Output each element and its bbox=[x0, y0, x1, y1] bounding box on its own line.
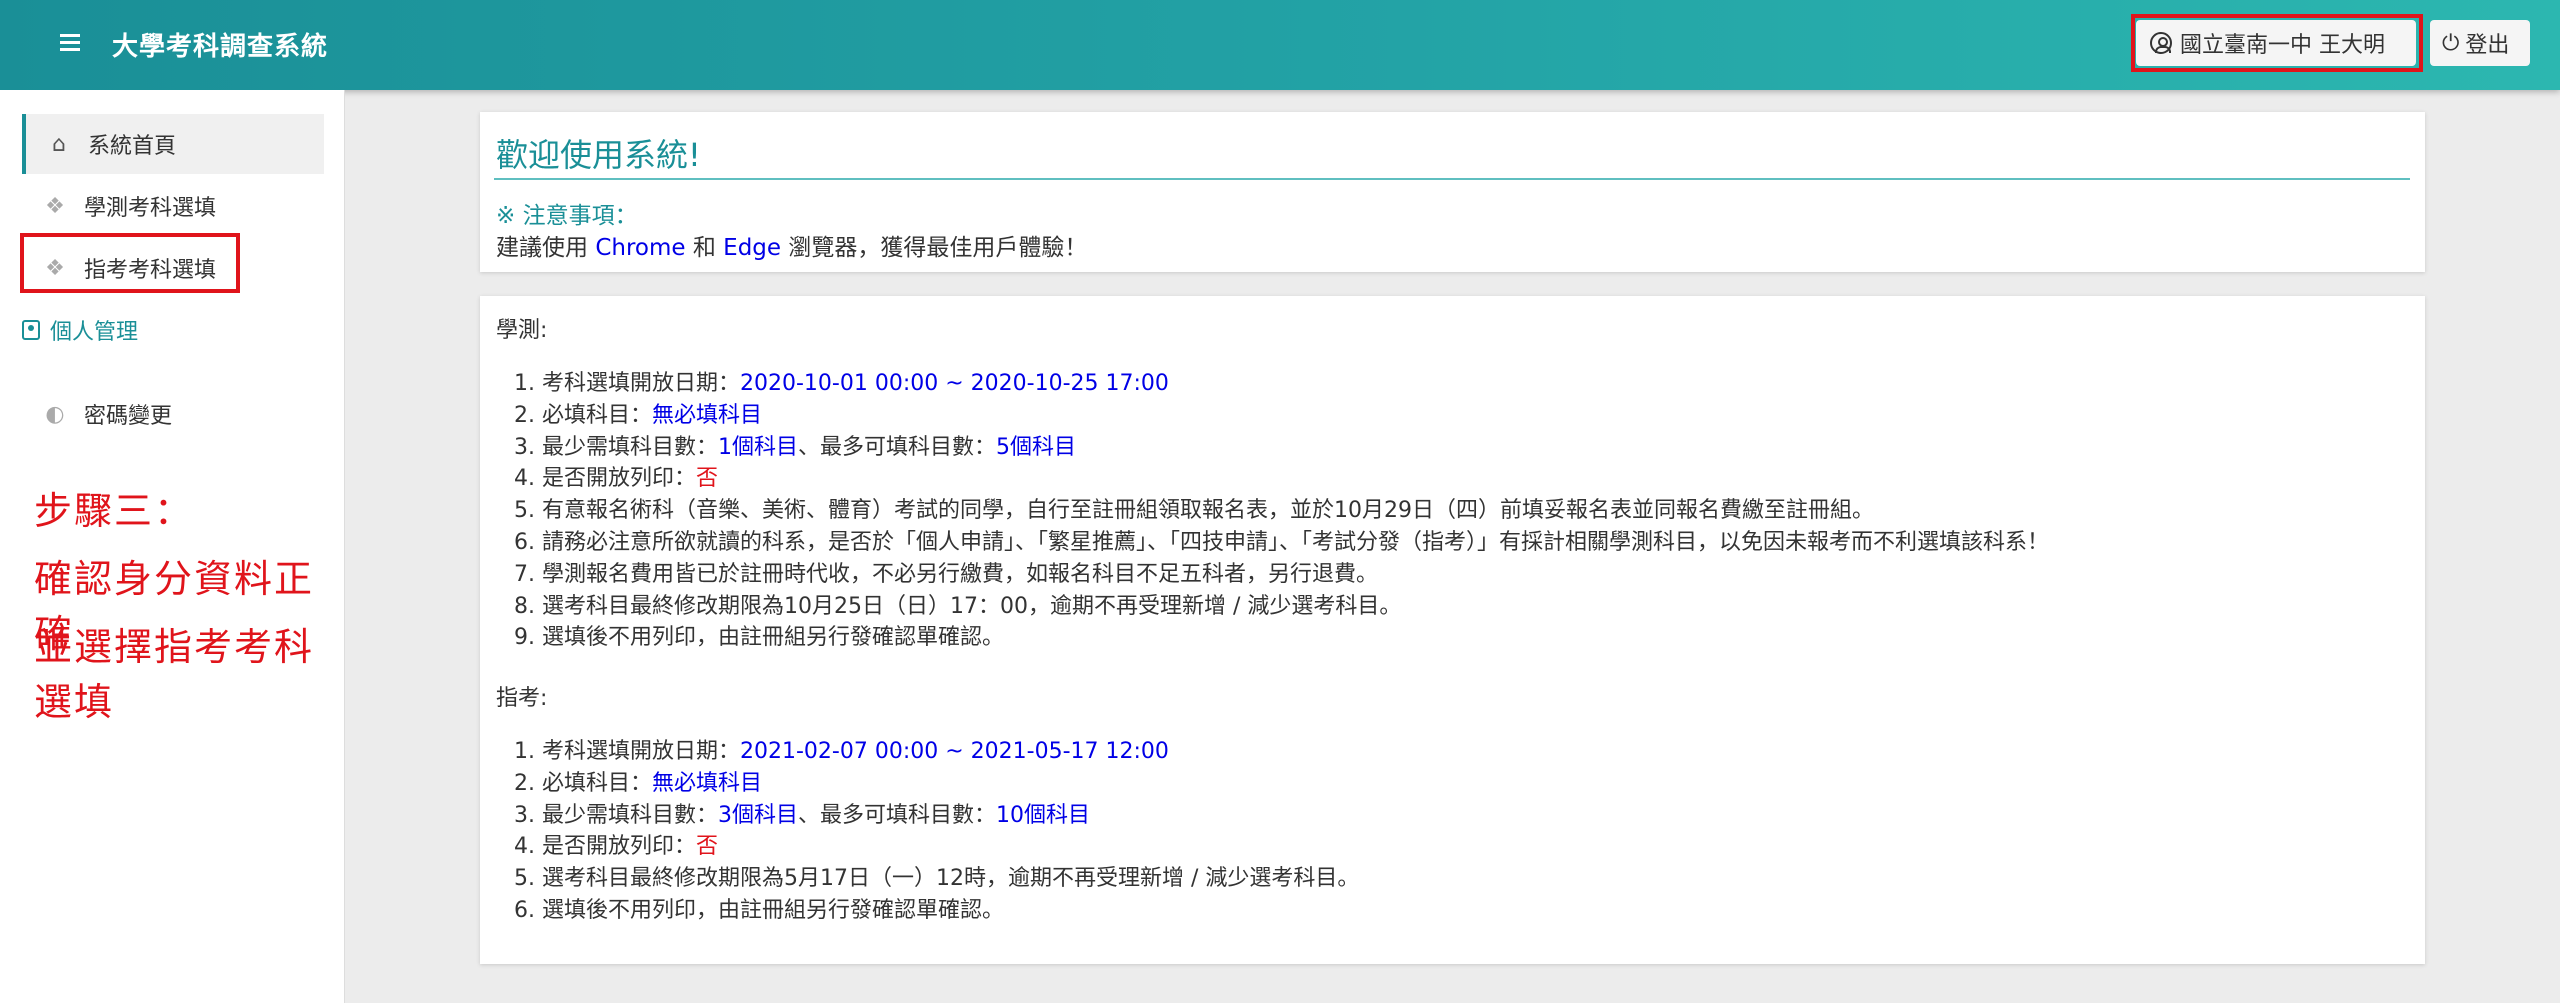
list-item: 6. 選填後不用列印，由註冊組另行發確認單確認。 bbox=[514, 897, 1004, 923]
zhikao-highlight-box bbox=[20, 233, 240, 293]
personal-management-section[interactable]: 個人管理 bbox=[22, 310, 138, 350]
list-item: 8. 選考科目最終修改期限為10月25日（日）17：00，逾期不再受理新增 / … bbox=[514, 593, 1402, 619]
sidebar-item-label: 密碼變更 bbox=[84, 404, 173, 429]
id-card-icon bbox=[22, 320, 40, 340]
step-annotation-line1: 步驟三： bbox=[34, 489, 195, 533]
step-annotation-line3: 並選擇指考考科選填 bbox=[34, 625, 315, 724]
list-item: 4. 是否開放列印：否 bbox=[514, 466, 718, 492]
sidebar-item-label: 學測考科選填 bbox=[84, 196, 217, 221]
sidebar: ⌂ 系統首頁 ❖ 學測考科選填 ❖ 指考考科選填 個人管理 ◐ 密碼變更 步驟三… bbox=[0, 90, 345, 1003]
notice-text: 建議使用 Chrome 和 Edge 瀏覽器，獲得最佳用戶體驗！ bbox=[496, 228, 1087, 262]
notice-pre: 建議使用 bbox=[496, 235, 596, 261]
section-label: 個人管理 bbox=[50, 320, 139, 345]
xuece-label: 學測: bbox=[496, 318, 548, 343]
logout-button[interactable]: ⏻ 登出 bbox=[2430, 20, 2530, 66]
zhikao-list: 1. 考科選填開放日期：2021-02-07 00:00 ~ 2021-05-1… bbox=[514, 736, 1359, 927]
zhikao-label: 指考: bbox=[496, 686, 548, 711]
list-item: 1. 考科選填開放日期：2020-10-01 00:00 ~ 2020-10-2… bbox=[514, 371, 1169, 396]
sidebar-item-password[interactable]: ◐ 密碼變更 bbox=[22, 384, 324, 444]
chrome-text: Chrome bbox=[595, 235, 686, 261]
notice-and: 和 bbox=[685, 235, 724, 261]
cubes-icon: ❖ bbox=[45, 193, 65, 219]
power-icon: ⏻ bbox=[2442, 30, 2460, 56]
list-item: 3. 最少需填科目數：1個科目、最多可填科目數：5個科目 bbox=[514, 434, 1076, 460]
sidebar-item-label: 系統首頁 bbox=[88, 134, 177, 159]
exam-info-panel: 學測: 1. 考科選填開放日期：2020-10-01 00:00 ~ 2020-… bbox=[480, 296, 2425, 964]
list-item: 5. 有意報名術科（音樂、美術、體育）考試的同學，自行至註冊組領取報名表，並於1… bbox=[514, 498, 1874, 524]
sidebar-item-home[interactable]: ⌂ 系統首頁 bbox=[22, 114, 324, 174]
home-icon: ⌂ bbox=[52, 131, 66, 157]
list-item: 6. 請務必注意所欲就讀的科系，是否於「個人申請」、「繁星推薦」、「四技申請」、… bbox=[514, 529, 2049, 555]
user-label: 國立臺南一中 王大明 bbox=[2180, 33, 2385, 58]
hamburger-menu-icon[interactable] bbox=[56, 30, 84, 58]
list-item: 2. 必填科目：無必填科目 bbox=[514, 770, 762, 796]
divider bbox=[494, 178, 2410, 180]
welcome-panel: 歡迎使用系統! ※ 注意事項： 建議使用 Chrome 和 Edge 瀏覽器，獲… bbox=[480, 112, 2425, 272]
list-item: 4. 是否開放列印：否 bbox=[514, 834, 718, 860]
user-circle-icon bbox=[2150, 32, 2172, 54]
shield-icon: ◐ bbox=[45, 401, 65, 427]
list-item: 3. 最少需填科目數：3個科目、最多可填科目數：10個科目 bbox=[514, 802, 1090, 828]
xuece-list: 1. 考科選填開放日期：2020-10-01 00:00 ~ 2020-10-2… bbox=[514, 368, 2049, 654]
user-profile-button[interactable]: 國立臺南一中 王大明 bbox=[2136, 20, 2416, 66]
list-item: 1. 考科選填開放日期：2021-02-07 00:00 ~ 2021-05-1… bbox=[514, 739, 1169, 764]
edge-text: Edge bbox=[723, 235, 782, 261]
list-item: 5. 選考科目最終修改期限為5月17日（一）12時，逾期不再受理新增 / 減少選… bbox=[514, 866, 1360, 892]
app-title: 大學考科調查系統 bbox=[112, 32, 329, 62]
sidebar-item-xuece[interactable]: ❖ 學測考科選填 bbox=[22, 176, 324, 236]
logout-label: 登出 bbox=[2465, 33, 2510, 58]
welcome-title: 歡迎使用系統! bbox=[496, 136, 701, 174]
notice-title: ※ 注意事項： bbox=[496, 203, 638, 229]
list-item: 9. 選填後不用列印，由註冊組另行發確認單確認。 bbox=[514, 625, 1004, 651]
list-item: 2. 必填科目：無必填科目 bbox=[514, 402, 762, 428]
notice-post: 瀏覽器，獲得最佳用戶體驗！ bbox=[781, 235, 1088, 261]
list-item: 7. 學測報名費用皆已於註冊時代收，不必另行繳費，如報名科目不足五科者，另行退費… bbox=[514, 561, 1378, 587]
